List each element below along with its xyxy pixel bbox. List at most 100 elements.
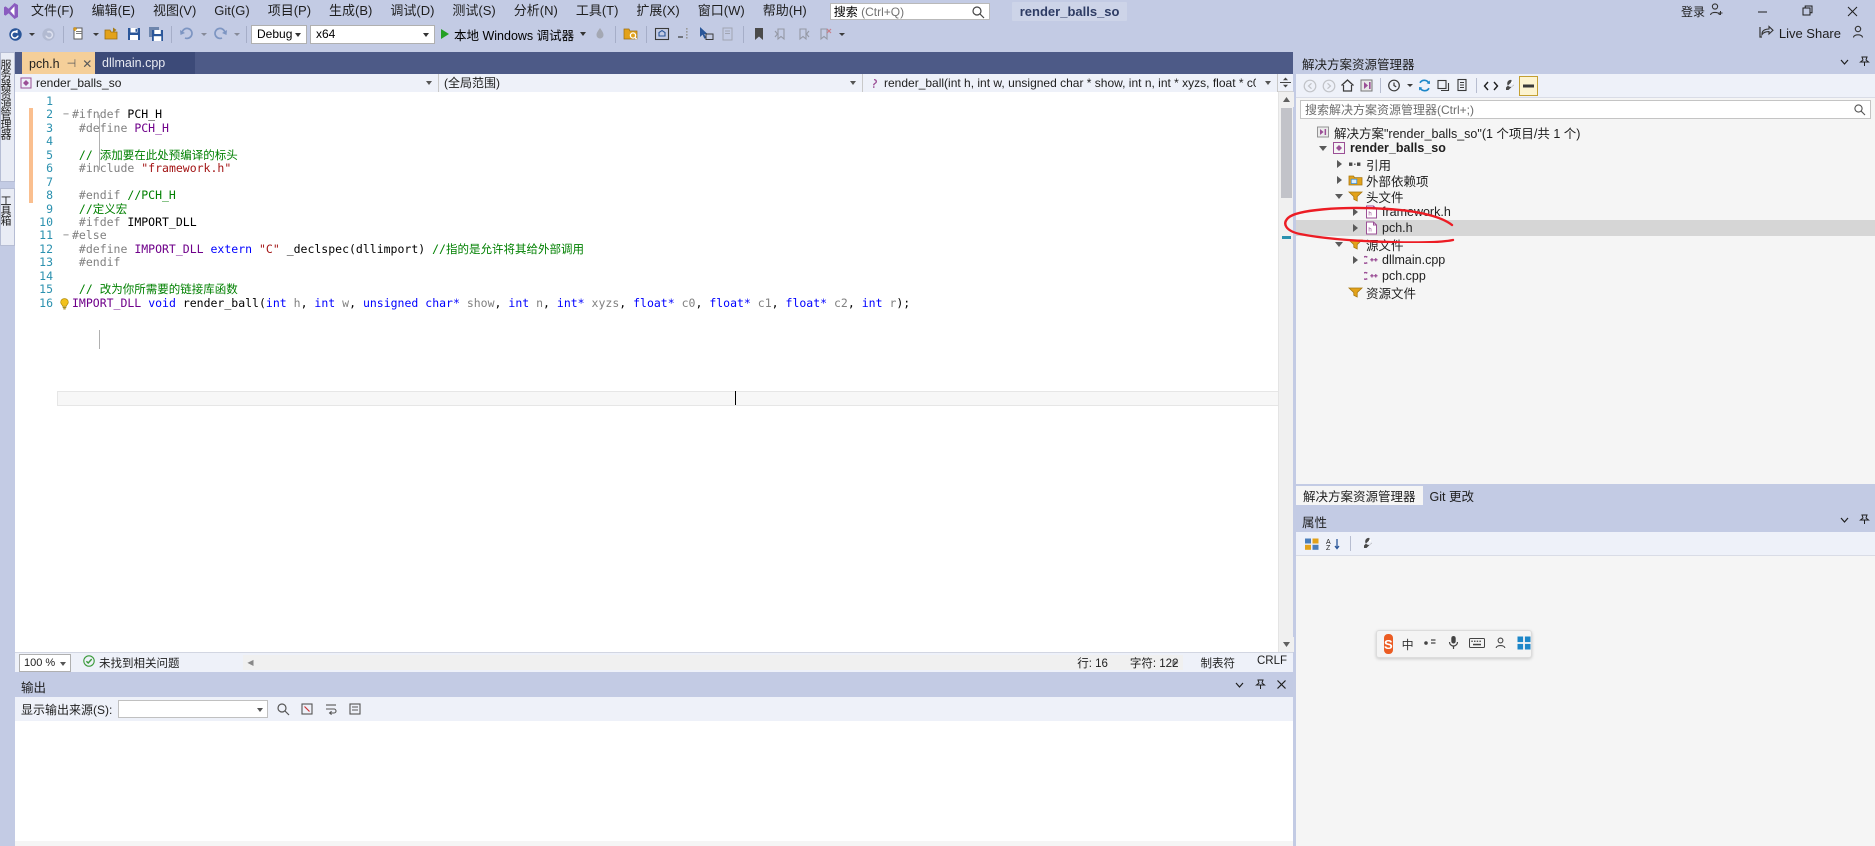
type-scope-combo[interactable]: (全局范围) <box>439 73 863 92</box>
bookmark-icon[interactable] <box>748 23 770 45</box>
menu-analyze[interactable]: 分析(N) <box>505 0 567 22</box>
se-pending-changes-icon[interactable] <box>1385 76 1404 96</box>
output-find-icon[interactable] <box>274 700 292 718</box>
quick-actions-lightbulb-icon[interactable] <box>59 297 70 313</box>
output-dropdown-icon[interactable] <box>1234 679 1245 693</box>
vtab-server-explorer[interactable]: 服务器资源管理器 <box>0 52 15 182</box>
editor-horizontal-scrollbar[interactable]: ◀ ▶ <box>243 655 1183 670</box>
expand-arrow-open-icon[interactable] <box>1332 241 1346 247</box>
fold-toggle-icon[interactable]: − <box>61 108 71 121</box>
output-pin-icon[interactable] <box>1255 679 1266 693</box>
se-home-icon[interactable] <box>1338 76 1357 96</box>
expand-collapse-icon[interactable] <box>673 23 695 45</box>
expand-arrow-closed-icon[interactable] <box>1348 224 1362 232</box>
editor-tab-dllmain-cpp[interactable]: dllmain.cpp <box>95 52 195 74</box>
vtab-toolbox[interactable]: 工具箱 <box>0 188 15 246</box>
se-preview-selected-icon[interactable] <box>1519 75 1538 96</box>
expand-arrow-open-icon[interactable] <box>1316 145 1330 151</box>
menu-help[interactable]: 帮助(H) <box>754 0 816 22</box>
chevron-down-icon[interactable] <box>580 32 587 36</box>
open-file-icon[interactable] <box>101 23 123 45</box>
project-scope-combo[interactable]: render_balls_so <box>15 73 439 92</box>
se-show-all-files-icon[interactable] <box>1453 76 1472 96</box>
menu-build[interactable]: 生成(B) <box>320 0 381 22</box>
start-debugging-button[interactable]: 本地 Windows 调试器 <box>438 23 589 45</box>
menu-git[interactable]: Git(G) <box>205 0 258 22</box>
ime-punctuation-icon[interactable] <box>1423 636 1438 652</box>
solution-configuration-combo[interactable]: Debug <box>251 24 307 44</box>
se-solution-icon[interactable] <box>1357 76 1376 96</box>
output-settings-icon[interactable] <box>346 700 364 718</box>
expand-arrow-closed-icon[interactable] <box>1348 208 1362 216</box>
menu-extensions[interactable]: 扩展(X) <box>627 0 688 22</box>
menu-test[interactable]: 测试(S) <box>443 0 504 22</box>
scroll-up-arrow[interactable] <box>1279 92 1294 107</box>
se-view-code-icon[interactable] <box>1481 76 1500 96</box>
output-clear-icon[interactable] <box>298 700 316 718</box>
select-element-icon[interactable] <box>651 23 673 45</box>
solution-explorer-dropdown-icon[interactable] <box>1839 56 1850 70</box>
properties-dropdown-icon[interactable] <box>1839 514 1850 528</box>
expand-arrow-closed-icon[interactable] <box>1332 160 1346 168</box>
menu-file[interactable]: 文件(F) <box>22 0 83 22</box>
close-icon[interactable]: ✕ <box>82 57 92 71</box>
se-properties-icon[interactable] <box>1500 76 1519 96</box>
expand-arrow-open-icon[interactable] <box>1332 193 1346 199</box>
toolbar-overflow-dropdown[interactable] <box>836 23 847 45</box>
output-source-combo[interactable] <box>118 700 269 718</box>
navigate-backward-dropdown[interactable] <box>26 23 37 45</box>
editor-tab-pch-h[interactable]: pch.h ⊣ ✕ <box>22 52 95 74</box>
new-project-dropdown[interactable] <box>90 23 101 45</box>
se-pending-changes-dropdown[interactable] <box>1404 76 1415 96</box>
problems-status[interactable]: 未找到相关问题 <box>83 655 180 671</box>
zoom-level-combo[interactable]: 100 % <box>19 653 71 672</box>
expand-arrow-closed-icon[interactable] <box>1332 176 1346 184</box>
solution-tree[interactable]: 解决方案"render_balls_so"(1 个项目/共 1 个) render… <box>1296 121 1875 301</box>
tree-item-header-files[interactable]: 头文件 <box>1296 188 1875 205</box>
close-button[interactable] <box>1830 0 1875 22</box>
properties-alphabetical-icon[interactable]: AZ <box>1324 534 1343 554</box>
ime-toolbox-icon[interactable] <box>1517 636 1531 653</box>
code-editor[interactable]: 1 2− #ifndef PCH_H 3 #define PCH_H 4 5 // 添加要… <box>15 92 1293 652</box>
save-all-icon[interactable] <box>145 23 167 45</box>
navigate-backward-icon[interactable] <box>4 23 26 45</box>
expand-arrow-closed-icon[interactable] <box>1348 256 1362 264</box>
editor-vertical-scrollbar[interactable] <box>1278 92 1294 652</box>
menu-debug[interactable]: 调试(D) <box>381 0 443 22</box>
se-refresh-icon[interactable] <box>1415 76 1434 96</box>
output-text-area[interactable] <box>15 721 1293 841</box>
editor-scroll-thumb[interactable] <box>1281 108 1292 198</box>
save-icon[interactable] <box>123 23 145 45</box>
panel-tab-solution-explorer[interactable]: 解决方案资源管理器 <box>1296 486 1423 505</box>
tree-item-dllmain-cpp[interactable]: dllmain.cpp <box>1296 252 1875 268</box>
new-project-icon[interactable] <box>68 23 90 45</box>
maximize-restore-button[interactable] <box>1785 0 1830 22</box>
fold-toggle-icon[interactable]: − <box>61 229 71 242</box>
quick-launch-search[interactable]: 搜索 (Ctrl+Q) <box>829 2 990 20</box>
properties-grid[interactable] <box>1296 556 1875 846</box>
pin-icon[interactable]: ⊣ <box>67 57 77 70</box>
sign-in-button[interactable]: 登录 <box>1681 2 1724 20</box>
tree-item-source-files[interactable]: 源文件 <box>1296 236 1875 253</box>
properties-pin-icon[interactable] <box>1859 514 1870 528</box>
scroll-left-arrow[interactable]: ◀ <box>243 655 258 670</box>
menu-window[interactable]: 窗口(W) <box>689 0 754 22</box>
output-close-icon[interactable] <box>1276 679 1287 693</box>
solution-explorer-pin-icon[interactable] <box>1859 56 1870 70</box>
attach-to-process-icon[interactable] <box>620 23 642 45</box>
member-scope-combo[interactable]: render_ball(int h, int w, unsigned char … <box>863 73 1278 92</box>
split-view-icon[interactable] <box>1278 76 1292 89</box>
minimize-button[interactable] <box>1740 0 1785 22</box>
menu-project[interactable]: 项目(P) <box>259 0 320 22</box>
solution-explorer-search-input[interactable]: 搜索解决方案资源管理器(Ctrl+;) <box>1300 100 1871 119</box>
ime-voice-input-icon[interactable] <box>1447 635 1460 653</box>
ime-user-icon[interactable] <box>1494 636 1508 653</box>
panel-tab-git-changes[interactable]: Git 更改 <box>1423 486 1481 505</box>
se-collapse-all-icon[interactable] <box>1434 76 1453 96</box>
output-wrap-icon[interactable] <box>322 700 340 718</box>
menu-edit[interactable]: 编辑(E) <box>83 0 144 22</box>
live-share-account-icon[interactable] <box>1851 24 1867 43</box>
scroll-down-arrow[interactable] <box>1279 637 1294 652</box>
properties-categorized-icon[interactable] <box>1302 534 1321 554</box>
properties-property-pages-icon[interactable] <box>1358 534 1377 554</box>
